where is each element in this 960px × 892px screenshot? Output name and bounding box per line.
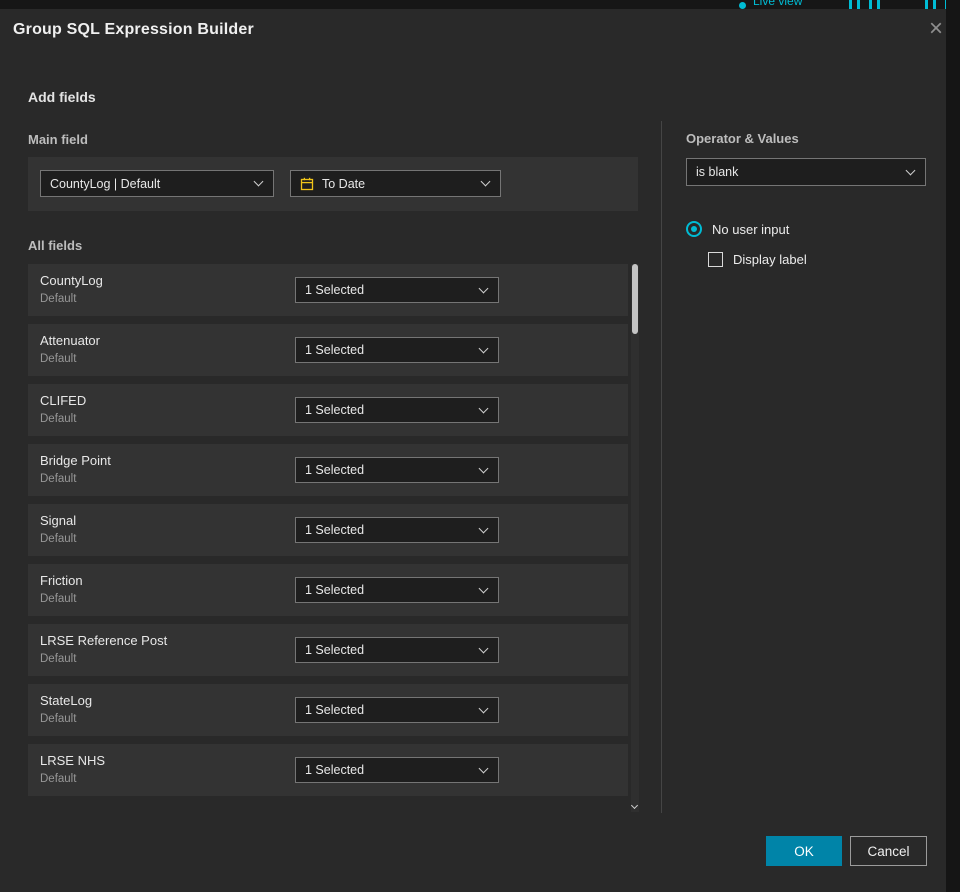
screen: Live view Group SQL Expression Builder ×… <box>0 0 960 892</box>
background-toolbar-icon <box>849 0 852 9</box>
field-name: Bridge Point <box>40 453 111 468</box>
field-row: CLIFED Default 1 Selected <box>28 384 628 436</box>
background-toolbar-icon <box>869 0 872 9</box>
field-subtitle: Default <box>40 473 77 485</box>
field-row: LRSE Reference Post Default 1 Selected <box>28 624 628 676</box>
ok-button[interactable]: OK <box>766 836 842 866</box>
field-selected-value: 1 Selected <box>305 523 365 537</box>
field-selected-value: 1 Selected <box>305 343 365 357</box>
chevron-down-icon <box>478 763 489 773</box>
all-fields-label: All fields <box>28 238 83 253</box>
field-subtitle: Default <box>40 773 77 785</box>
chevron-down-icon <box>905 165 916 175</box>
add-fields-heading: Add fields <box>28 89 96 105</box>
field-subtitle: Default <box>40 713 77 725</box>
chevron-down-icon <box>480 176 491 187</box>
all-fields-list: CountyLog Default 1 Selected Attenuator … <box>28 264 628 804</box>
live-view-label: Live view <box>753 0 803 8</box>
field-name: CountyLog <box>40 273 103 288</box>
field-selected-dropdown[interactable]: 1 Selected <box>295 577 499 603</box>
background-toolbar-icon <box>877 0 880 9</box>
field-row: Signal Default 1 Selected <box>28 504 628 556</box>
field-row: Bridge Point Default 1 Selected <box>28 444 628 496</box>
field-subtitle: Default <box>40 653 77 665</box>
background-right-strip <box>946 0 960 892</box>
background-app-strip: Live view <box>0 0 960 9</box>
field-subtitle: Default <box>40 413 77 425</box>
field-row: LRSE NHS Default 1 Selected <box>28 744 628 796</box>
field-name: Attenuator <box>40 333 100 348</box>
display-label-checkbox-row[interactable]: Display label <box>708 252 807 267</box>
operator-dropdown-value: is blank <box>696 165 739 179</box>
field-selected-value: 1 Selected <box>305 403 365 417</box>
field-row: Attenuator Default 1 Selected <box>28 324 628 376</box>
chevron-down-icon <box>478 403 489 413</box>
field-selected-value: 1 Selected <box>305 463 365 477</box>
field-selected-dropdown[interactable]: 1 Selected <box>295 757 499 783</box>
scrollbar-down-arrow-icon[interactable] <box>630 801 639 810</box>
radio-selected-icon[interactable] <box>686 221 702 237</box>
main-field-date-dropdown[interactable]: To Date <box>290 170 501 197</box>
group-sql-expression-builder-dialog: Group SQL Expression Builder × Add field… <box>0 9 946 892</box>
field-selected-value: 1 Selected <box>305 763 365 777</box>
field-selected-dropdown[interactable]: 1 Selected <box>295 517 499 543</box>
field-name: LRSE NHS <box>40 753 106 768</box>
field-name: StateLog <box>40 693 93 708</box>
field-row: StateLog Default 1 Selected <box>28 684 628 736</box>
main-field-dropdown-value: CountyLog | Default <box>50 176 161 191</box>
chevron-down-icon <box>478 523 489 533</box>
field-selected-dropdown[interactable]: 1 Selected <box>295 397 499 423</box>
cancel-button[interactable]: Cancel <box>850 836 927 866</box>
chevron-down-icon <box>253 176 264 187</box>
checkbox-unchecked-icon[interactable] <box>708 252 723 267</box>
background-toolbar-icon <box>933 0 936 9</box>
main-field-date-value: To Date <box>322 176 366 191</box>
field-selected-dropdown[interactable]: 1 Selected <box>295 697 499 723</box>
chevron-down-icon <box>478 583 489 593</box>
chevron-down-icon <box>478 283 489 293</box>
field-name: CLIFED <box>40 393 87 408</box>
background-toolbar-icon <box>925 0 928 9</box>
chevron-down-icon <box>478 643 489 653</box>
chevron-down-icon <box>478 703 489 713</box>
live-view-dot-icon <box>739 2 746 9</box>
close-icon[interactable]: × <box>920 13 952 45</box>
no-user-input-label: No user input <box>712 221 790 237</box>
chevron-down-icon <box>478 463 489 473</box>
field-selected-value: 1 Selected <box>305 583 365 597</box>
field-selected-value: 1 Selected <box>305 703 365 717</box>
field-name: LRSE Reference Post <box>40 633 168 648</box>
field-row: Friction Default 1 Selected <box>28 564 628 616</box>
chevron-down-icon <box>478 343 489 353</box>
operator-values-heading: Operator & Values <box>686 131 799 146</box>
dialog-title: Group SQL Expression Builder <box>13 21 254 38</box>
field-row: CountyLog Default 1 Selected <box>28 264 628 316</box>
field-selected-value: 1 Selected <box>305 283 365 297</box>
calendar-icon <box>300 177 314 191</box>
main-field-panel: CountyLog | Default To Date <box>28 157 638 211</box>
main-field-dropdown[interactable]: CountyLog | Default <box>40 170 274 197</box>
operator-dropdown[interactable]: is blank <box>686 158 926 186</box>
field-name: Signal <box>40 513 77 528</box>
field-selected-dropdown[interactable]: 1 Selected <box>295 457 499 483</box>
column-divider <box>661 121 662 813</box>
scrollbar-thumb[interactable] <box>632 264 638 334</box>
main-field-label: Main field <box>28 132 88 147</box>
field-subtitle: Default <box>40 353 77 365</box>
background-toolbar-icon <box>857 0 860 9</box>
field-subtitle: Default <box>40 533 77 545</box>
field-name: Friction <box>40 573 83 588</box>
field-subtitle: Default <box>40 593 77 605</box>
field-selected-dropdown[interactable]: 1 Selected <box>295 277 499 303</box>
field-subtitle: Default <box>40 293 77 305</box>
field-selected-dropdown[interactable]: 1 Selected <box>295 637 499 663</box>
field-selected-value: 1 Selected <box>305 643 365 657</box>
scrollbar[interactable] <box>630 264 639 812</box>
no-user-input-radio-row[interactable]: No user input <box>686 221 789 237</box>
display-label-label: Display label <box>733 252 807 267</box>
field-selected-dropdown[interactable]: 1 Selected <box>295 337 499 363</box>
